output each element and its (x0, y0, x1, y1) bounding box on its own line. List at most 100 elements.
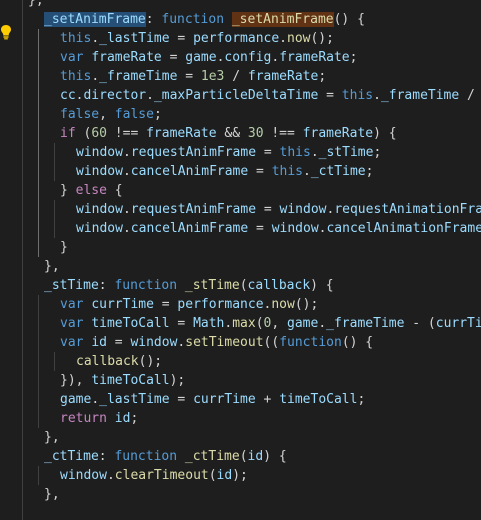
code-line[interactable]: this._frameTime = 1e3 / frameRate; (60, 67, 326, 86)
code-line[interactable]: var timeToCall = Math.max(0, game._frame… (60, 314, 481, 333)
code-token: . (106, 468, 115, 483)
code-token: . (91, 392, 100, 407)
code-token: ( (75, 126, 92, 141)
code-line[interactable]: window.clearTimeout(id); (60, 466, 248, 485)
code-token: , (271, 316, 288, 331)
code-token: callback (76, 354, 139, 369)
code-token: = (169, 316, 194, 331)
code-token: ; (349, 50, 358, 65)
code-token: _ctTime (44, 449, 99, 464)
code-token: config (224, 50, 272, 65)
lightbulb-icon[interactable] (0, 24, 12, 40)
code-line[interactable]: cc.director._maxParticleDeltaTime = this… (60, 86, 481, 105)
code-line[interactable]: } (60, 238, 68, 257)
code-token: ); (232, 468, 248, 483)
code-token: window (271, 221, 319, 236)
code-token: . (271, 50, 280, 65)
code-token: ( (208, 468, 217, 483)
code-line[interactable]: this._lastTime = performance.now(); (60, 29, 334, 48)
code-token: false (60, 107, 100, 122)
code-token: clearTimeout (114, 468, 209, 483)
code-token: . (373, 88, 381, 103)
code-line[interactable]: _ctTime: function _ctTime(id) { (44, 447, 287, 466)
code-token: performance (193, 31, 280, 46)
code-editor[interactable]: }, _setAnimFrame: function _setAnimFrame(… (0, 0, 481, 520)
code-token: id (91, 335, 107, 350)
code-token: _setAnimFrame (231, 12, 334, 27)
code-token: _frameTime (326, 316, 405, 331)
code-line[interactable]: if (60 !== frameRate && 30 !== frameRate… (60, 124, 397, 143)
code-token: callback (247, 278, 311, 293)
code-line[interactable]: var frameRate = game.config.frameRate; (60, 48, 357, 67)
code-token: 30 (247, 126, 264, 141)
code-token: ) { (310, 278, 334, 293)
code-token: game (287, 316, 319, 331)
code-token: ; (130, 411, 139, 426)
code-token: 1e3 (200, 69, 225, 84)
code-line[interactable]: callback(); (76, 352, 162, 371)
code-line[interactable]: window.cancelAnimFrame = this._ctTime; (76, 162, 373, 181)
code-line[interactable]: _setAnimFrame: function _setAnimFrame() … (44, 10, 365, 29)
code-line[interactable]: }), timeToCall); (60, 371, 185, 390)
code-token: var (60, 316, 84, 331)
code-line[interactable]: var id = window.setTimeout((function() { (60, 333, 373, 352)
code-token: . (122, 221, 131, 236)
code-line[interactable]: }, (28, 0, 44, 10)
code-token: . (122, 164, 131, 179)
code-token: frameRate (302, 126, 374, 141)
code-token: window (130, 335, 178, 350)
code-line[interactable]: window.requestAnimFrame = this._stTime; (76, 143, 381, 162)
code-token: (); (138, 354, 163, 369)
code-line[interactable]: window.requestAnimFrame = window.request… (76, 200, 481, 219)
code-token: window (279, 202, 327, 217)
code-token: = (153, 297, 178, 312)
code-token: . (91, 69, 100, 84)
code-token: now (287, 31, 311, 46)
code-token: timeToCall (91, 316, 170, 331)
code-token: director (83, 88, 147, 103)
code-token: ( (239, 449, 248, 464)
code-token: = (161, 50, 186, 65)
code-token: _lastTime (99, 31, 170, 46)
code-line[interactable]: game._lastTime = currTime + timeToCall; (60, 390, 365, 409)
code-token: window (76, 145, 123, 160)
code-token: this (271, 164, 303, 179)
code-token: performance (177, 297, 264, 312)
code-line[interactable]: window.cancelAnimFrame = window.cancelAn… (76, 219, 481, 238)
code-token: cancelAnimationFrame (326, 221, 481, 236)
code-token: return (60, 411, 107, 426)
code-line[interactable]: var currTime = performance.now(); (60, 295, 318, 314)
code-token: ( (255, 316, 264, 331)
code-token: var (60, 335, 84, 350)
code-line[interactable]: return id; (60, 409, 138, 428)
code-line[interactable]: }, (44, 257, 60, 276)
code-token: function (114, 449, 178, 464)
code-line[interactable]: }, (44, 428, 60, 447)
code-token: . (122, 145, 131, 160)
code-token: ) { (263, 449, 287, 464)
code-line[interactable]: }, (44, 485, 60, 504)
code-token: ; (153, 107, 162, 122)
code-token: cancelAnimFrame (130, 221, 249, 236)
code-token: / (459, 88, 481, 103)
code-line[interactable]: false, false; (60, 105, 162, 124)
code-token: = (256, 145, 280, 160)
code-token: (); (294, 297, 319, 312)
code-token: ); (169, 373, 186, 388)
code-token: this (279, 145, 311, 160)
indent-guide (54, 352, 55, 371)
code-token: : (98, 449, 115, 464)
code-token: = (169, 392, 194, 407)
code-token: }), (60, 373, 92, 388)
code-token: var (60, 50, 84, 65)
code-token: _frameTime (380, 88, 460, 103)
code-token: timeToCall (91, 373, 170, 388)
code-token: . (279, 31, 287, 46)
code-line[interactable]: _stTime: function _stTime(callback) { (44, 276, 334, 295)
code-line[interactable]: } else { (60, 181, 123, 200)
code-token: _lastTime (99, 392, 170, 407)
code-token: = (256, 202, 280, 217)
